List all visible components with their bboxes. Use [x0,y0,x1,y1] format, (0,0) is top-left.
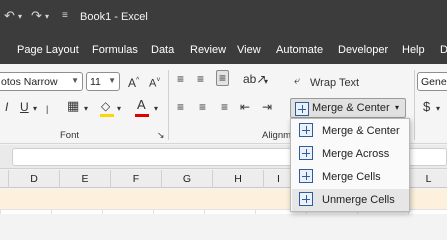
tab-review[interactable]: Review [190,44,226,56]
column-header-e[interactable]: E [60,170,111,188]
font-color-icon[interactable]: A [137,98,146,112]
align-right-icon[interactable]: ≡ [221,100,228,114]
merge-center-button[interactable]: Merge & Center ▾ [290,98,406,118]
title-bar: ↶ ▾ ↷ ▾ ≡ Book1 - Excel [0,0,447,36]
top-align-icon[interactable]: ≡ [177,72,184,86]
font-group-label: Font [60,130,80,141]
chevron-down-icon: ▼ [71,76,79,85]
font-color-swatch [135,114,149,117]
undo-icon[interactable]: ↶ [4,8,15,24]
menu-item-label: Merge Across [322,148,390,160]
ribbon-tabs: Page Layout Formulas Data Review View Au… [0,36,447,64]
menu-item-label: Merge Cells [322,171,381,183]
fill-color-swatch [100,114,114,117]
font-name-select[interactable]: otos Narrow ▼ [0,72,83,91]
redo-icon[interactable]: ↷ [31,8,42,24]
menu-item-label: Merge & Center [322,125,400,137]
font-dialog-launcher-icon[interactable]: ↘ [157,128,165,142]
middle-align-icon[interactable]: ≡ [197,72,204,86]
wrap-text-button[interactable]: Wrap Text [310,76,359,90]
increase-font-size-icon[interactable]: A^ [128,74,139,90]
merge-dropdown-menu: Merge & Center Merge Across Merge Cells … [290,118,410,212]
group-divider [414,70,415,140]
column-header-h[interactable]: H [213,170,264,188]
chevron-down-icon[interactable]: ▾ [154,102,158,116]
underline-icon[interactable]: U [20,100,29,114]
alignment-group-label: Alignm [262,130,292,141]
menu-item-unmerge-cells[interactable]: Unmerge Cells [292,189,409,211]
redo-dropdown-icon[interactable]: ▾ [45,12,49,21]
decrease-indent-icon[interactable]: ⇤ [240,100,250,114]
increase-indent-icon[interactable]: ⇥ [262,100,272,114]
merge-center-icon [295,102,309,116]
menu-item-merge-center[interactable]: Merge & Center [292,120,409,142]
number-format-select[interactable]: Genera [417,72,447,91]
borders-icon[interactable]: ▦ [67,99,79,113]
unmerge-cells-icon [299,192,313,206]
decrease-font-size-icon[interactable]: A˅ [149,74,160,91]
group-divider [168,70,169,140]
menu-item-label: Unmerge Cells [322,194,395,206]
undo-dropdown-icon[interactable]: ▾ [18,12,22,21]
orientation-icon[interactable]: ab↗ [243,72,266,86]
tab-automate[interactable]: Automate [276,44,323,56]
font-name-value: otos Narrow [1,76,58,88]
tab-data[interactable]: Data [151,44,174,56]
chevron-down-icon[interactable]: ▾ [436,102,440,116]
tab-help[interactable]: Help [402,44,425,56]
chevron-down-icon[interactable]: ▾ [84,102,88,116]
chevron-down-icon[interactable]: ▾ [117,102,121,116]
chevron-down-icon[interactable]: ▾ [395,103,399,112]
customize-quick-access-icon[interactable]: ≡ [62,10,68,21]
align-center-icon[interactable]: ≡ [199,100,206,114]
column-header-f[interactable]: F [111,170,162,188]
wrap-text-icon[interactable]: ⤶ [294,74,300,88]
tab-formulas[interactable]: Formulas [92,44,138,56]
tab-page-layout[interactable]: Page Layout [17,44,79,56]
merge-cells-icon [299,169,313,183]
column-header-d[interactable]: D [9,170,60,188]
tab-partial[interactable]: D [440,44,447,56]
menu-item-merge-cells[interactable]: Merge Cells [292,166,409,188]
column-header-c[interactable] [0,170,9,188]
merge-center-icon [299,123,313,137]
tab-view[interactable]: View [237,44,261,56]
chevron-down-icon[interactable]: ▾ [264,75,268,89]
italic-icon[interactable]: I [5,100,8,114]
chevron-down-icon: ▼ [108,76,116,85]
window-title: Book1 - Excel [80,11,148,23]
fill-color-icon[interactable]: ◇ [101,99,110,113]
font-size-select[interactable]: 11 ▼ [86,72,120,91]
number-format-value: Genera [421,76,447,88]
align-left-icon[interactable]: ≡ [177,100,184,114]
bottom-align-icon[interactable]: ≡ [216,70,230,86]
merge-center-label: Merge & Center [312,102,390,114]
chevron-down-icon[interactable]: ▾ [33,102,37,116]
tab-developer[interactable]: Developer [338,44,388,56]
font-size-value: 11 [90,76,101,88]
menu-item-merge-across[interactable]: Merge Across [292,143,409,165]
merge-across-icon [299,146,313,160]
separator: | [46,104,49,114]
column-header-g[interactable]: G [162,170,213,188]
column-header-l[interactable]: L [410,170,447,188]
currency-icon[interactable]: $ [423,100,430,114]
